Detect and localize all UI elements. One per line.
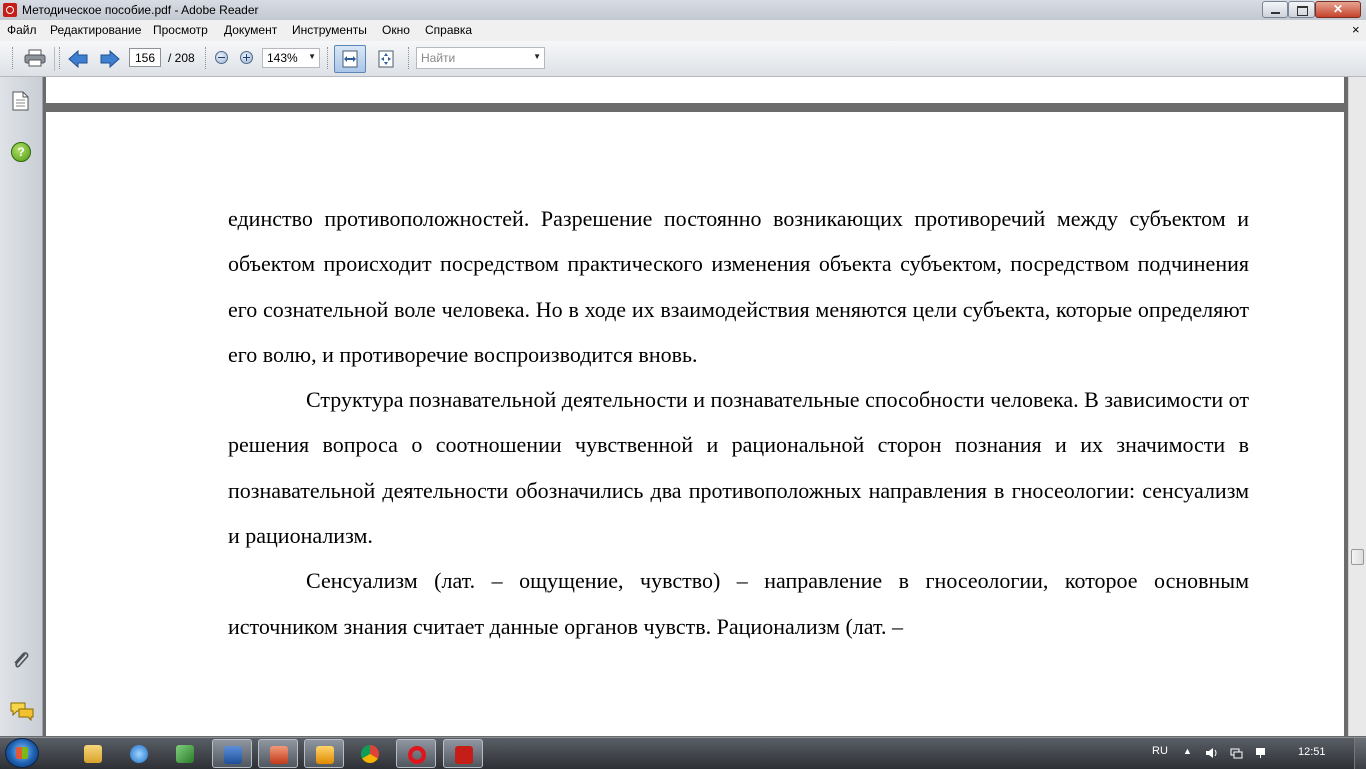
paragraph: единство противоположностей. Разрешение … <box>228 206 1249 367</box>
taskbar-opera[interactable] <box>396 739 436 768</box>
taskbar-chrome[interactable] <box>350 739 390 768</box>
previous-page <box>46 77 1344 103</box>
paragraph: Сенсуализм (лат. – ощущение, чувство) – … <box>228 568 1249 639</box>
network-icon <box>176 745 194 763</box>
chrome-icon <box>361 745 379 763</box>
vertical-scrollbar[interactable] <box>1348 77 1366 736</box>
scrollbar-thumb[interactable] <box>1351 549 1364 565</box>
chevron-down-icon: ▼ <box>308 52 316 61</box>
printer-icon[interactable] <box>24 49 46 67</box>
toolbar: / 208 143% ▼ ▼ <box>0 41 1366 77</box>
navigation-pane: ? <box>0 77 43 736</box>
page-number-input[interactable] <box>129 48 161 67</box>
find-input[interactable] <box>417 48 535 68</box>
internet-explorer-icon <box>130 745 148 763</box>
toolbar-grip[interactable] <box>327 47 331 69</box>
document-view[interactable]: единство противоположностей. Разрешение … <box>43 77 1347 736</box>
fit-page-button[interactable] <box>372 45 400 73</box>
menu-document[interactable]: Документ <box>224 23 277 37</box>
menu-file[interactable]: Файл <box>7 23 37 37</box>
pages-icon[interactable] <box>12 91 29 111</box>
zoom-out-icon[interactable] <box>215 51 228 64</box>
toolbar-grip[interactable] <box>408 47 412 69</box>
next-page-icon[interactable] <box>100 50 120 68</box>
show-desktop-button[interactable] <box>1354 738 1366 769</box>
fit-page-icon <box>378 50 394 68</box>
previous-page-icon[interactable] <box>68 50 88 68</box>
opera-icon <box>408 746 426 764</box>
taskbar: RU ▲ 12:51 <box>0 737 1366 769</box>
maximize-button[interactable] <box>1288 1 1315 18</box>
fit-width-icon <box>342 50 358 68</box>
taskbar-network[interactable] <box>165 739 205 768</box>
find-box[interactable]: ▼ <box>416 47 545 69</box>
fit-width-button[interactable] <box>334 45 366 73</box>
page-text: единство противоположностей. Разрешение … <box>228 196 1249 649</box>
menu-window[interactable]: Окно <box>382 23 410 37</box>
paragraph: Структура познавательной деятельности и … <box>228 387 1249 549</box>
menu-help[interactable]: Справка <box>425 23 472 37</box>
taskbar-word[interactable] <box>212 739 252 768</box>
clock[interactable]: 12:51 <box>1298 746 1326 758</box>
menu-view[interactable]: Просмотр <box>153 23 208 37</box>
adobe-reader-icon <box>455 746 473 764</box>
zoom-in-icon[interactable] <box>240 51 253 64</box>
taskbar-media-player[interactable] <box>304 739 344 768</box>
word-icon <box>224 746 242 764</box>
adobe-reader-icon <box>3 3 17 17</box>
help-icon[interactable]: ? <box>11 142 31 162</box>
taskbar-internet-explorer[interactable] <box>119 739 159 768</box>
network-status-icon[interactable] <box>1230 747 1243 759</box>
taskbar-adobe-reader[interactable] <box>443 739 483 768</box>
page-total: / 208 <box>168 51 195 65</box>
media-player-icon <box>316 746 334 764</box>
language-indicator[interactable]: RU <box>1152 745 1168 757</box>
zoom-select[interactable]: 143% ▼ <box>262 48 320 68</box>
scanner-icon <box>270 746 288 764</box>
menu-tools[interactable]: Инструменты <box>292 23 367 37</box>
action-center-icon[interactable] <box>1254 747 1267 759</box>
folder-icon <box>84 745 102 763</box>
taskbar-scanner[interactable] <box>258 739 298 768</box>
toolbar-grip[interactable] <box>12 47 16 69</box>
show-hidden-icons-icon[interactable]: ▲ <box>1183 746 1192 756</box>
window-title: Методическое пособие.pdf - Adobe Reader <box>22 3 259 17</box>
minimize-button[interactable] <box>1262 1 1288 18</box>
toolbar-separator <box>54 47 55 71</box>
menu-bar: Файл Редактирование Просмотр Документ Ин… <box>0 20 1366 42</box>
comments-icon[interactable] <box>10 701 34 721</box>
taskbar-explorer[interactable] <box>73 739 113 768</box>
chevron-down-icon[interactable]: ▼ <box>533 52 541 61</box>
zoom-value: 143% <box>267 51 298 65</box>
toolbar-grip[interactable] <box>205 47 209 69</box>
attachments-icon[interactable] <box>11 649 31 671</box>
close-button[interactable] <box>1315 1 1361 18</box>
menu-edit[interactable]: Редактирование <box>50 23 141 37</box>
close-document-icon[interactable]: × <box>1352 22 1360 37</box>
start-button[interactable] <box>5 738 39 768</box>
title-bar: Методическое пособие.pdf - Adobe Reader <box>0 0 1366 20</box>
toolbar-grip[interactable] <box>59 47 63 69</box>
volume-icon[interactable] <box>1205 747 1218 759</box>
